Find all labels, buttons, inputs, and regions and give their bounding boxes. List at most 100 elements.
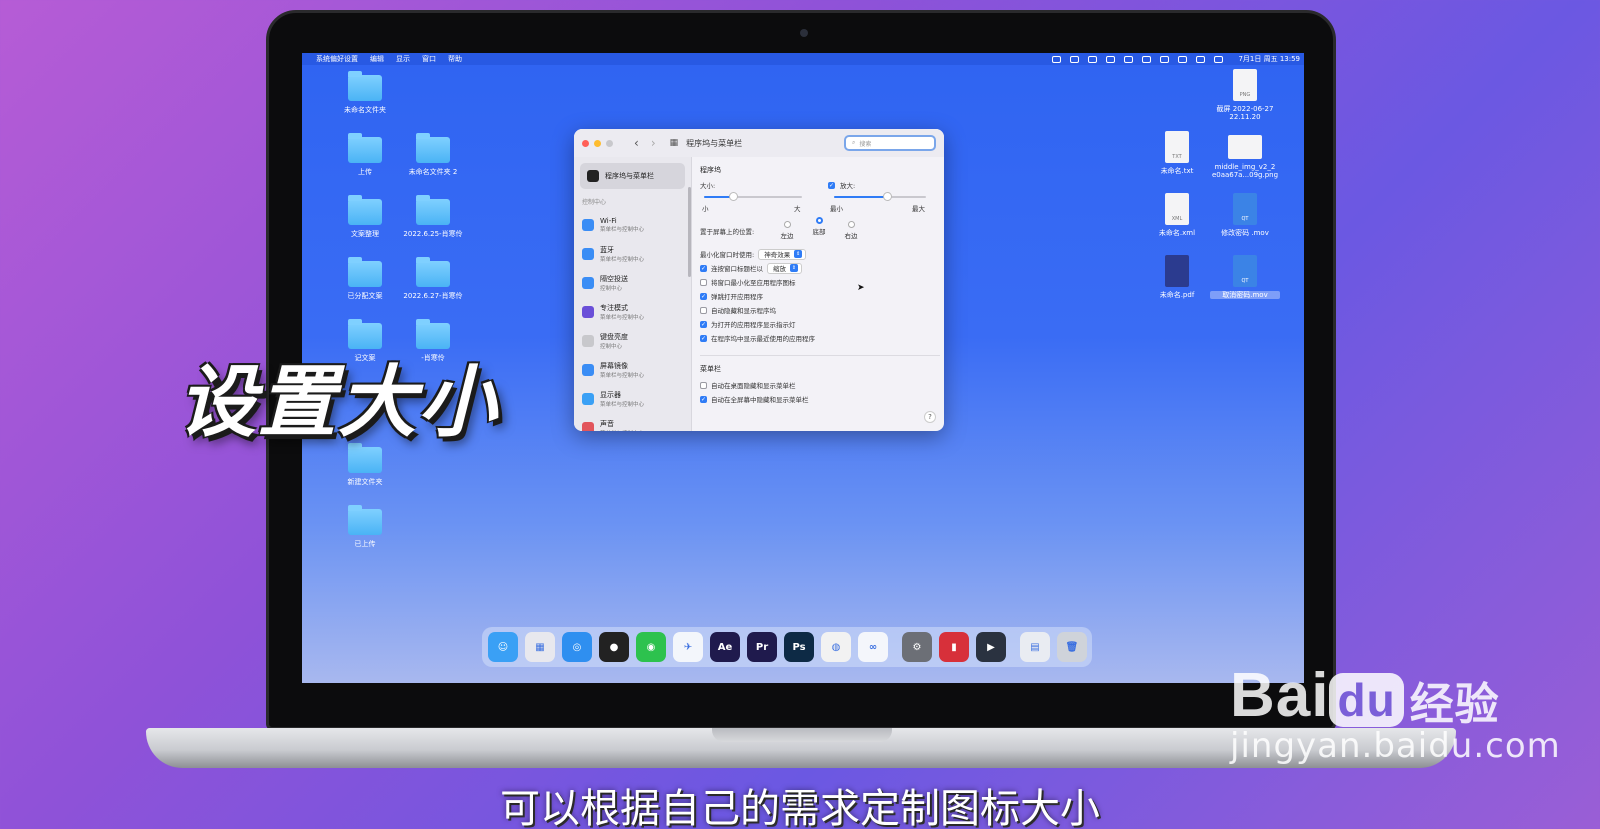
desktop-folder[interactable]: 未命名文件夹 xyxy=(330,71,400,114)
desktop-file[interactable]: middle_img_v2_2 e0aa67a...09g.png xyxy=(1210,135,1280,180)
magnify-slider[interactable] xyxy=(834,192,926,201)
movie-file-icon: QT xyxy=(1233,193,1257,225)
position-right-option[interactable]: 右边 xyxy=(840,221,862,240)
status-icon[interactable] xyxy=(1070,55,1080,63)
status-icon[interactable] xyxy=(1088,55,1098,63)
search-field[interactable]: ⌕ 搜索 xyxy=(844,135,936,151)
desktop-file[interactable]: TXT 未命名.txt xyxy=(1142,131,1212,175)
sidebar-item[interactable]: 声音菜单栏与控制中心 xyxy=(574,413,691,431)
launchpad-icon[interactable]: ▦ xyxy=(525,632,555,662)
movie-file-icon: QT xyxy=(1233,255,1257,287)
option-row[interactable]: ✓ 弹跳打开应用程序 xyxy=(700,289,940,303)
position-bottom-radio[interactable] xyxy=(815,217,823,224)
feishu-icon[interactable]: ✈ xyxy=(673,632,703,662)
battery-icon[interactable] xyxy=(1160,55,1170,63)
wechat-icon[interactable]: ◉ xyxy=(636,632,666,662)
desktop-folder[interactable]: 2022.6.25-肖寒伶 xyxy=(398,195,468,238)
baidunetdisk-icon[interactable]: ∞ xyxy=(858,632,888,662)
search-icon[interactable] xyxy=(1196,55,1206,63)
option-row[interactable]: 自动隐藏和显示程序坞 xyxy=(700,303,940,317)
chrome-icon[interactable]: ◍ xyxy=(821,632,851,662)
position-left-option[interactable]: 左边 xyxy=(776,221,798,240)
position-left-radio[interactable] xyxy=(783,221,791,228)
magnify-slider-knob[interactable] xyxy=(883,192,893,201)
menu-window[interactable]: 窗口 xyxy=(422,54,436,64)
finder-icon[interactable]: ☺ xyxy=(488,632,518,662)
preview-icon[interactable]: ▤ xyxy=(1020,632,1050,662)
option-checkbox[interactable] xyxy=(700,278,707,286)
close-button[interactable] xyxy=(582,139,589,147)
position-bottom-option[interactable]: 底部 xyxy=(808,217,830,236)
sidebar-scrollbar[interactable] xyxy=(688,187,691,277)
minimize-button[interactable] xyxy=(594,139,601,147)
desktop-file[interactable]: QT 取消密码.mov xyxy=(1210,255,1280,300)
show-all-icon[interactable]: ▦ xyxy=(670,138,679,148)
premiere-icon[interactable]: Pr xyxy=(747,632,777,662)
status-icon[interactable] xyxy=(1052,55,1062,63)
desktop-folder[interactable]: 已分配文案 xyxy=(330,257,400,300)
menu-help[interactable]: 帮助 xyxy=(448,54,462,64)
position-right-radio[interactable] xyxy=(847,221,855,228)
doubleclick-action-popup[interactable]: 缩放 ⇕ xyxy=(767,262,802,274)
safari-icon[interactable]: ◎ xyxy=(562,632,592,662)
quicktime-icon[interactable]: ▶ xyxy=(976,632,1006,662)
forward-button[interactable]: › xyxy=(651,136,656,150)
volume-icon[interactable] xyxy=(1142,55,1152,63)
desktop-file[interactable]: QT 修改密码 .mov xyxy=(1210,193,1280,237)
option-checkbox[interactable]: ✓ xyxy=(700,334,707,342)
help-button[interactable]: ? xyxy=(924,411,936,423)
systempreferences-icon[interactable]: ⚙ xyxy=(902,632,932,662)
size-slider-knob[interactable] xyxy=(729,192,739,201)
size-label: 大小: xyxy=(700,182,716,190)
back-button[interactable]: ‹ xyxy=(634,136,639,150)
menu-edit[interactable]: 编辑 xyxy=(370,54,384,64)
sidebar-item-icon xyxy=(582,218,594,231)
parallels-icon[interactable]: ▮ xyxy=(939,632,969,662)
menu-view[interactable]: 显示 xyxy=(396,54,410,64)
option-row[interactable]: 自动在桌面隐藏和显示菜单栏 xyxy=(700,378,940,392)
desktop-file[interactable]: 未命名.pdf xyxy=(1142,255,1212,299)
qq-icon[interactable]: ● xyxy=(599,632,629,662)
sidebar-item-dock-menubar[interactable]: 程序坞与菜单栏 xyxy=(580,163,685,189)
size-slider[interactable] xyxy=(704,192,802,201)
desktop-folder[interactable]: 新建文件夹 xyxy=(330,443,400,486)
option-row[interactable]: ✓ 为打开的应用程序显示指示灯 xyxy=(700,317,940,331)
sidebar-item[interactable]: 专注模式 菜单栏与控制中心 xyxy=(574,297,691,326)
desktop-folder[interactable]: 未命名文件夹 2 xyxy=(398,133,468,176)
option-checkbox[interactable]: ✓ xyxy=(700,292,707,300)
menu-system-preferences[interactable]: 系统偏好设置 xyxy=(316,54,358,64)
option-row[interactable]: 将窗口最小化至应用程序图标 xyxy=(700,275,940,289)
desktop-folder[interactable]: 已上传 xyxy=(330,505,400,548)
option-checkbox[interactable]: ✓ xyxy=(700,320,707,328)
minimize-effect-popup[interactable]: 神奇效果 ⇕ xyxy=(758,248,807,260)
desktop-folder[interactable]: 2022.6.27-肖寒伶 xyxy=(398,257,468,300)
desktop-folder[interactable]: 上传 xyxy=(330,133,400,176)
doubleclick-checkbox[interactable]: ✓ xyxy=(700,264,707,272)
option-checkbox[interactable] xyxy=(700,381,707,389)
trash-icon[interactable]: 🗑 xyxy=(1057,632,1087,662)
photoshop-icon[interactable]: Ps xyxy=(784,632,814,662)
sidebar-item[interactable]: Wi-Fi 菜单栏与控制中心 xyxy=(574,210,691,239)
wifi-icon[interactable] xyxy=(1178,55,1188,63)
option-checkbox[interactable]: ✓ xyxy=(700,395,707,403)
sidebar-item[interactable]: 隔空投送 控制中心 xyxy=(574,268,691,297)
option-row[interactable]: ✓ 在程序坞中显示最近使用的应用程序 xyxy=(700,331,940,345)
sidebar-item[interactable]: 屏幕镜像 菜单栏与控制中心 xyxy=(574,355,691,384)
menu-clock[interactable]: 7月1日 周五 13:59 xyxy=(1238,54,1300,64)
magnify-checkbox[interactable]: ✓ xyxy=(828,181,835,189)
control-center-icon[interactable] xyxy=(1214,55,1224,63)
sidebar-item[interactable]: 蓝牙 菜单栏与控制中心 xyxy=(574,239,691,268)
option-checkbox[interactable] xyxy=(700,306,707,314)
sidebar-item[interactable]: 显示器 菜单栏与控制中心 xyxy=(574,384,691,413)
sidebar-item[interactable]: 键盘亮度 控制中心 xyxy=(574,326,691,355)
option-row[interactable]: ✓ 自动在全屏幕中隐藏和显示菜单栏 xyxy=(700,392,940,406)
magnify-min-label: 最小 xyxy=(830,205,843,213)
desktop-file[interactable]: XML 未命名.xml xyxy=(1142,193,1212,237)
status-icon[interactable] xyxy=(1106,55,1116,63)
desktop-file[interactable]: PNG 截屏 2022-06-27 22.11.20 xyxy=(1210,69,1280,122)
aftereffects-icon[interactable]: Ae xyxy=(710,632,740,662)
desktop-folder[interactable]: 文案整理 xyxy=(330,195,400,238)
bluetooth-icon[interactable] xyxy=(1124,55,1134,63)
zoom-button[interactable] xyxy=(606,139,613,147)
sidebar-item-icon xyxy=(582,392,594,405)
